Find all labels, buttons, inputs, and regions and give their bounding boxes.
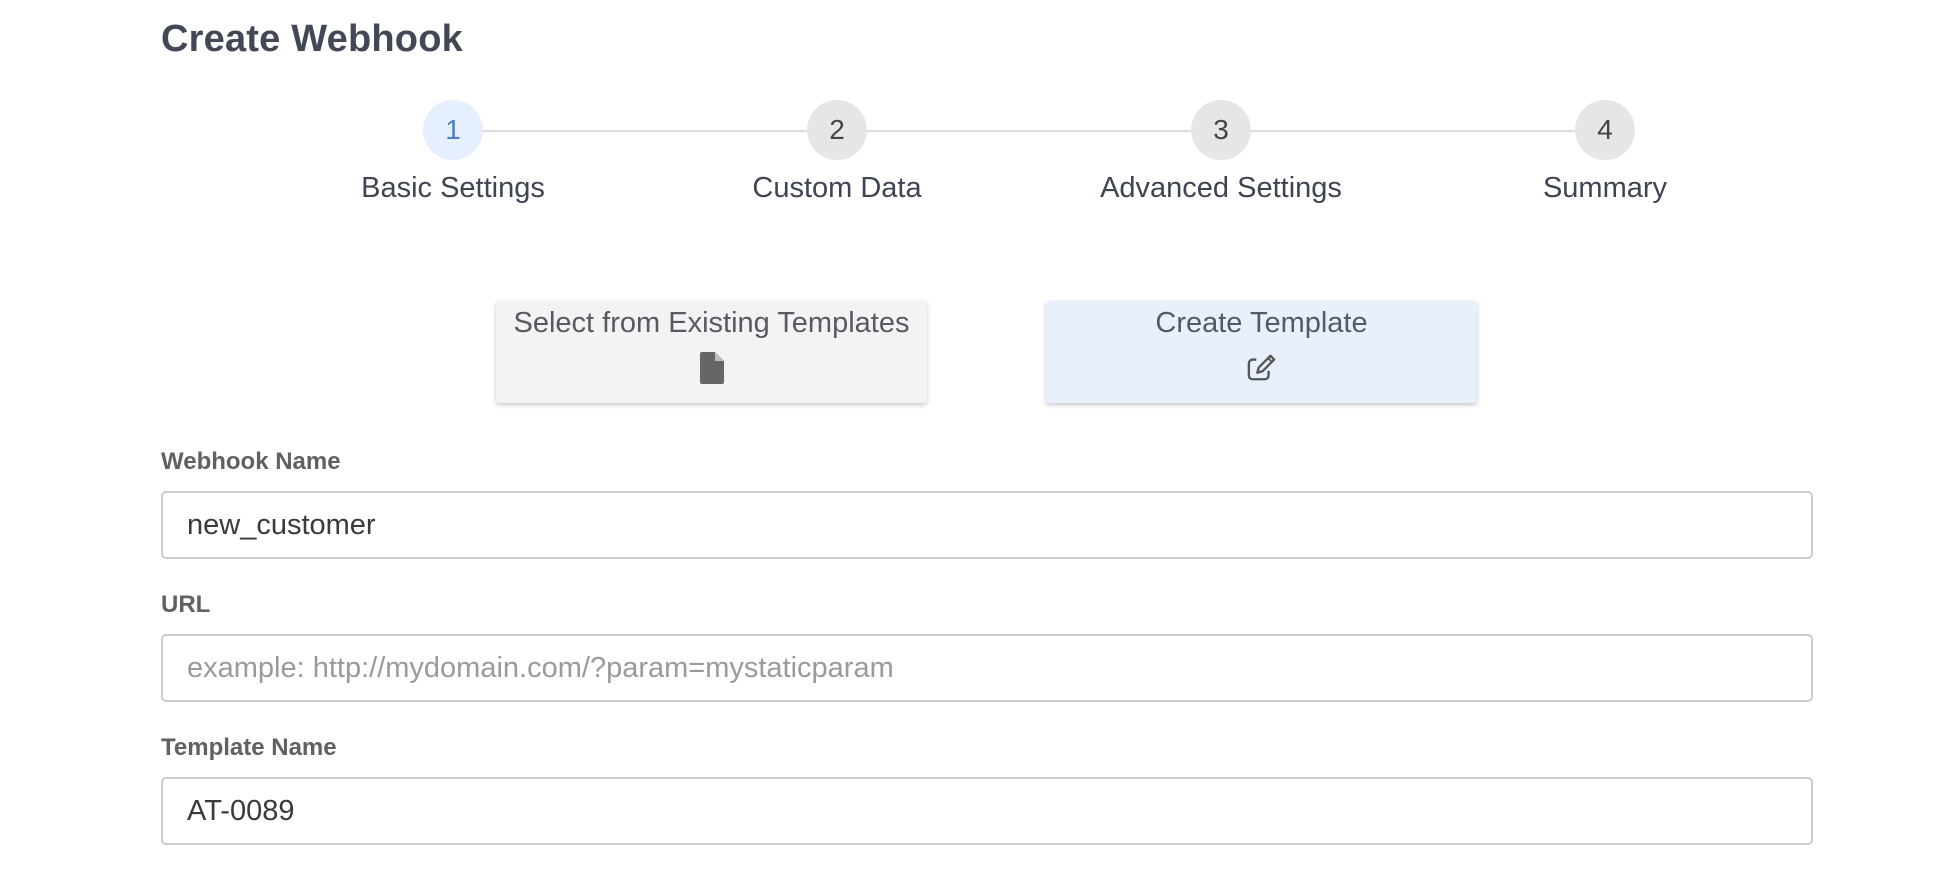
step-number-circle: 2: [807, 100, 867, 160]
stepper-connector-line: [453, 130, 1601, 132]
webhook-name-label: Webhook Name: [161, 448, 341, 475]
page-title: Create Webhook: [161, 18, 463, 60]
webhook-name-input[interactable]: [161, 491, 1813, 559]
step-label: Summary: [1542, 172, 1668, 204]
step-label: Advanced Settings: [1100, 172, 1342, 204]
edit-icon: [1247, 354, 1277, 381]
step-basic-settings[interactable]: 1 Basic Settings: [303, 100, 603, 205]
step-summary[interactable]: 4 Summary: [1455, 100, 1755, 205]
create-template-button[interactable]: Create Template: [1046, 301, 1477, 403]
step-label: Basic Settings: [361, 172, 545, 204]
step-number-circle: 3: [1191, 100, 1251, 160]
step-number-circle: 1: [423, 100, 483, 160]
template-name-label: Template Name: [161, 734, 337, 761]
create-template-label: Create Template: [1155, 307, 1368, 339]
file-icon: [699, 352, 724, 384]
template-name-input[interactable]: [161, 777, 1813, 845]
select-existing-templates-label: Select from Existing Templates: [513, 307, 910, 339]
step-custom-data[interactable]: 2 Custom Data: [687, 100, 987, 205]
step-advanced-settings[interactable]: 3 Advanced Settings: [1071, 100, 1371, 205]
select-existing-templates-button[interactable]: Select from Existing Templates: [496, 301, 927, 403]
wizard-stepper: 1 Basic Settings 2 Custom Data 3 Advance…: [0, 100, 1946, 230]
url-input[interactable]: [161, 634, 1813, 702]
url-label: URL: [161, 591, 211, 618]
step-label: Custom Data: [752, 172, 922, 204]
step-number-circle: 4: [1575, 100, 1635, 160]
